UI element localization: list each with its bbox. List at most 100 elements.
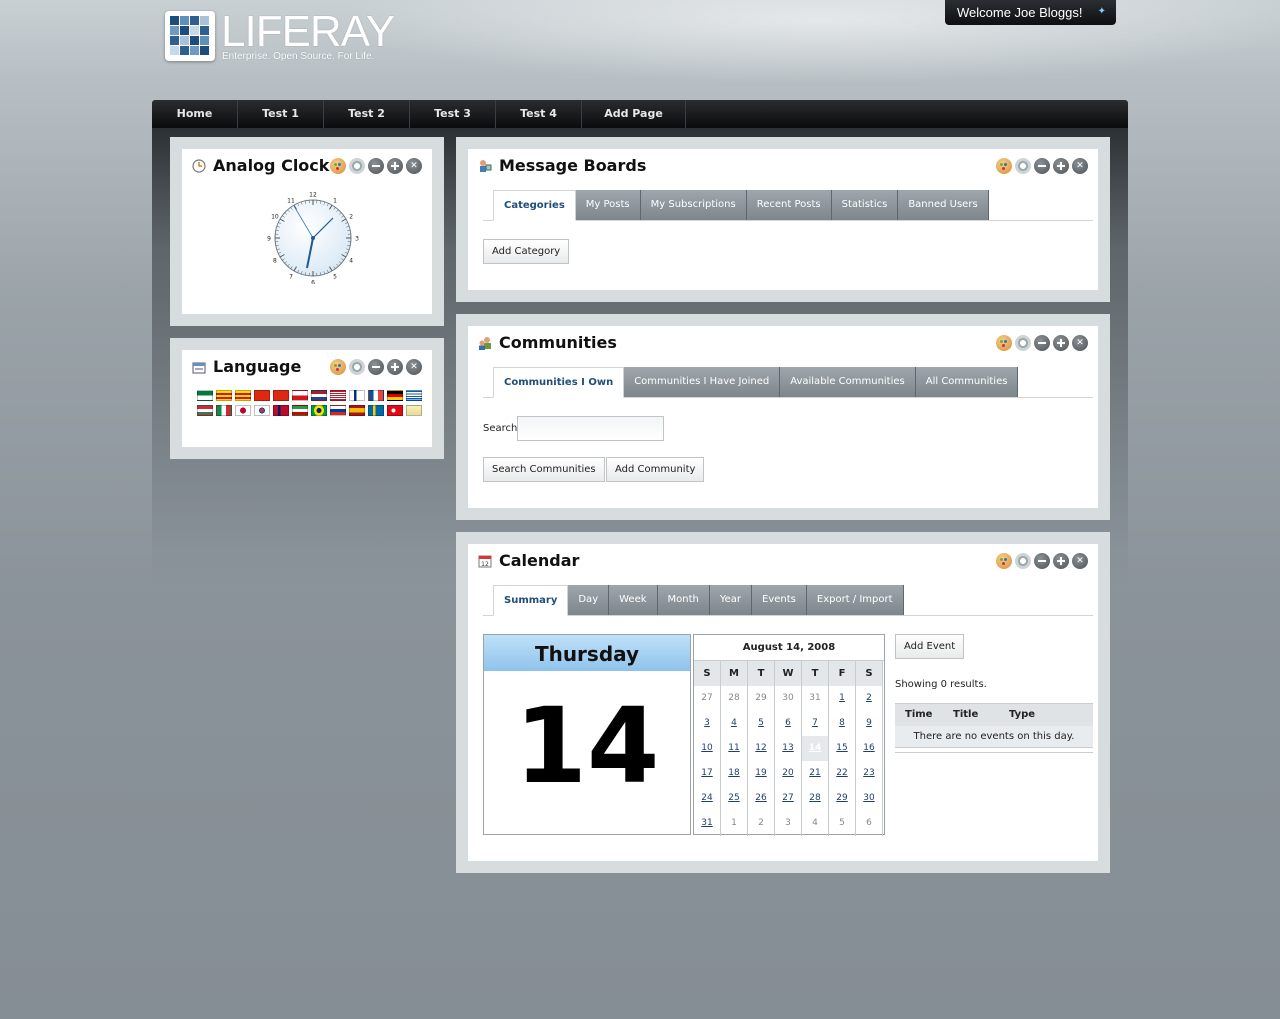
flag-hungarian-icon[interactable] bbox=[197, 405, 213, 416]
minimize-icon[interactable] bbox=[368, 158, 384, 174]
tab-my-subscriptions[interactable]: My Subscriptions bbox=[640, 190, 747, 220]
maximize-icon[interactable] bbox=[1053, 553, 1069, 569]
calendar-day[interactable]: 12 bbox=[748, 736, 775, 761]
calendar-day[interactable]: 13 bbox=[775, 736, 802, 761]
flag-english-icon[interactable] bbox=[330, 390, 346, 401]
configuration-icon[interactable] bbox=[349, 158, 365, 174]
calendar-day[interactable]: 20 bbox=[775, 761, 802, 786]
tab-year[interactable]: Year bbox=[709, 585, 753, 615]
tab-available-communities[interactable]: Available Communities bbox=[780, 367, 916, 397]
look-and-feel-icon[interactable] bbox=[330, 359, 346, 375]
liferay-logo[interactable]: LIFERAY Enterprise. Open Source. For Lif… bbox=[165, 7, 395, 71]
tab-all-communities[interactable]: All Communities bbox=[915, 367, 1019, 397]
add-event-button[interactable]: Add Event bbox=[895, 634, 965, 659]
look-and-feel-icon[interactable] bbox=[996, 553, 1012, 569]
flag-catalan-icon[interactable] bbox=[216, 390, 232, 401]
flag-greek-icon[interactable] bbox=[406, 390, 422, 401]
calendar-day[interactable]: 21 bbox=[802, 761, 829, 786]
calendar-day[interactable]: 6 bbox=[775, 711, 802, 736]
calendar-day[interactable]: 23 bbox=[856, 761, 883, 786]
calendar-day[interactable]: 2 bbox=[856, 686, 883, 711]
calendar-day-today[interactable]: 14 bbox=[802, 736, 829, 761]
configuration-icon[interactable] bbox=[1015, 335, 1031, 351]
maximize-icon[interactable] bbox=[387, 359, 403, 375]
calendar-day[interactable]: 5 bbox=[748, 711, 775, 736]
minimize-icon[interactable] bbox=[1034, 335, 1050, 351]
tab-statistics[interactable]: Statistics bbox=[831, 190, 899, 220]
look-and-feel-icon[interactable] bbox=[330, 158, 346, 174]
close-icon[interactable] bbox=[406, 359, 422, 375]
tab-month[interactable]: Month bbox=[657, 585, 710, 615]
tab-week[interactable]: Week bbox=[609, 585, 658, 615]
flag-german-icon[interactable] bbox=[387, 390, 403, 401]
tab-communities-i-own[interactable]: Communities I Own bbox=[493, 367, 625, 398]
flag-portuguese-icon[interactable] bbox=[311, 405, 327, 416]
maximize-icon[interactable] bbox=[1053, 335, 1069, 351]
minimize-icon[interactable] bbox=[368, 359, 384, 375]
flag-finnish-icon[interactable] bbox=[349, 390, 365, 401]
add-community-button[interactable]: Add Community bbox=[606, 457, 705, 482]
calendar-day[interactable]: 3 bbox=[694, 711, 721, 736]
maximize-icon[interactable] bbox=[1053, 158, 1069, 174]
close-icon[interactable] bbox=[1072, 158, 1088, 174]
calendar-day[interactable]: 15 bbox=[829, 736, 856, 761]
flag-japanese-icon[interactable] bbox=[235, 405, 251, 416]
tab-export-import[interactable]: Export / Import bbox=[806, 585, 904, 615]
configuration-icon[interactable] bbox=[1015, 158, 1031, 174]
look-and-feel-icon[interactable] bbox=[996, 158, 1012, 174]
calendar-day[interactable]: 29 bbox=[829, 786, 856, 811]
calendar-day[interactable]: 31 bbox=[694, 811, 721, 836]
close-icon[interactable] bbox=[1072, 335, 1088, 351]
flag-chinese-icon[interactable] bbox=[273, 390, 289, 401]
flag-italian-icon[interactable] bbox=[216, 405, 232, 416]
calendar-day[interactable]: 25 bbox=[721, 786, 748, 811]
flag-russian-icon[interactable] bbox=[330, 405, 346, 416]
flag-korean-icon[interactable] bbox=[254, 405, 270, 416]
tab-summary[interactable]: Summary bbox=[493, 585, 569, 616]
flag-dutch-icon[interactable] bbox=[311, 390, 327, 401]
look-and-feel-icon[interactable] bbox=[996, 335, 1012, 351]
tab-my-posts[interactable]: My Posts bbox=[575, 190, 641, 220]
nav-test-4[interactable]: Test 4 bbox=[496, 100, 582, 128]
calendar-day[interactable]: 19 bbox=[748, 761, 775, 786]
tab-communities-joined[interactable]: Communities I Have Joined bbox=[624, 367, 781, 397]
flag-chinese-icon[interactable] bbox=[254, 390, 270, 401]
flag-french-icon[interactable] bbox=[368, 390, 384, 401]
tab-day[interactable]: Day bbox=[568, 585, 610, 615]
flag-swedish-icon[interactable] bbox=[368, 405, 384, 416]
minimize-icon[interactable] bbox=[1034, 553, 1050, 569]
add-category-button[interactable]: Add Category bbox=[483, 239, 570, 264]
nav-home[interactable]: Home bbox=[152, 100, 238, 128]
configuration-icon[interactable] bbox=[1015, 553, 1031, 569]
calendar-day[interactable]: 18 bbox=[721, 761, 748, 786]
minimize-icon[interactable] bbox=[1034, 158, 1050, 174]
flag-czech-icon[interactable] bbox=[292, 390, 308, 401]
close-icon[interactable] bbox=[406, 158, 422, 174]
close-icon[interactable] bbox=[1072, 553, 1088, 569]
nav-add-page[interactable]: Add Page bbox=[582, 100, 686, 128]
calendar-day[interactable]: 7 bbox=[802, 711, 829, 736]
calendar-day[interactable]: 27 bbox=[775, 786, 802, 811]
calendar-day[interactable]: 28 bbox=[802, 786, 829, 811]
flag-spanish-icon[interactable] bbox=[349, 405, 365, 416]
calendar-day[interactable]: 11 bbox=[721, 736, 748, 761]
tab-recent-posts[interactable]: Recent Posts bbox=[746, 190, 832, 220]
tab-banned-users[interactable]: Banned Users bbox=[898, 190, 989, 220]
calendar-day[interactable]: 1 bbox=[829, 686, 856, 711]
calendar-day[interactable]: 24 bbox=[694, 786, 721, 811]
community-search-input[interactable] bbox=[517, 416, 664, 441]
nav-test-1[interactable]: Test 1 bbox=[238, 100, 324, 128]
calendar-day[interactable]: 30 bbox=[856, 786, 883, 811]
calendar-day[interactable]: 26 bbox=[748, 786, 775, 811]
flag-turkish-icon[interactable] bbox=[387, 405, 403, 416]
calendar-day[interactable]: 9 bbox=[856, 711, 883, 736]
flag-norwegian-icon[interactable] bbox=[273, 405, 289, 416]
calendar-day[interactable]: 8 bbox=[829, 711, 856, 736]
configuration-icon[interactable] bbox=[349, 359, 365, 375]
calendar-day[interactable]: 17 bbox=[694, 761, 721, 786]
flag-arabic-icon[interactable] bbox=[197, 390, 213, 401]
calendar-day[interactable]: 10 bbox=[694, 736, 721, 761]
calendar-day[interactable]: 4 bbox=[721, 711, 748, 736]
search-communities-button[interactable]: Search Communities bbox=[483, 457, 605, 482]
calendar-day[interactable]: 16 bbox=[856, 736, 883, 761]
